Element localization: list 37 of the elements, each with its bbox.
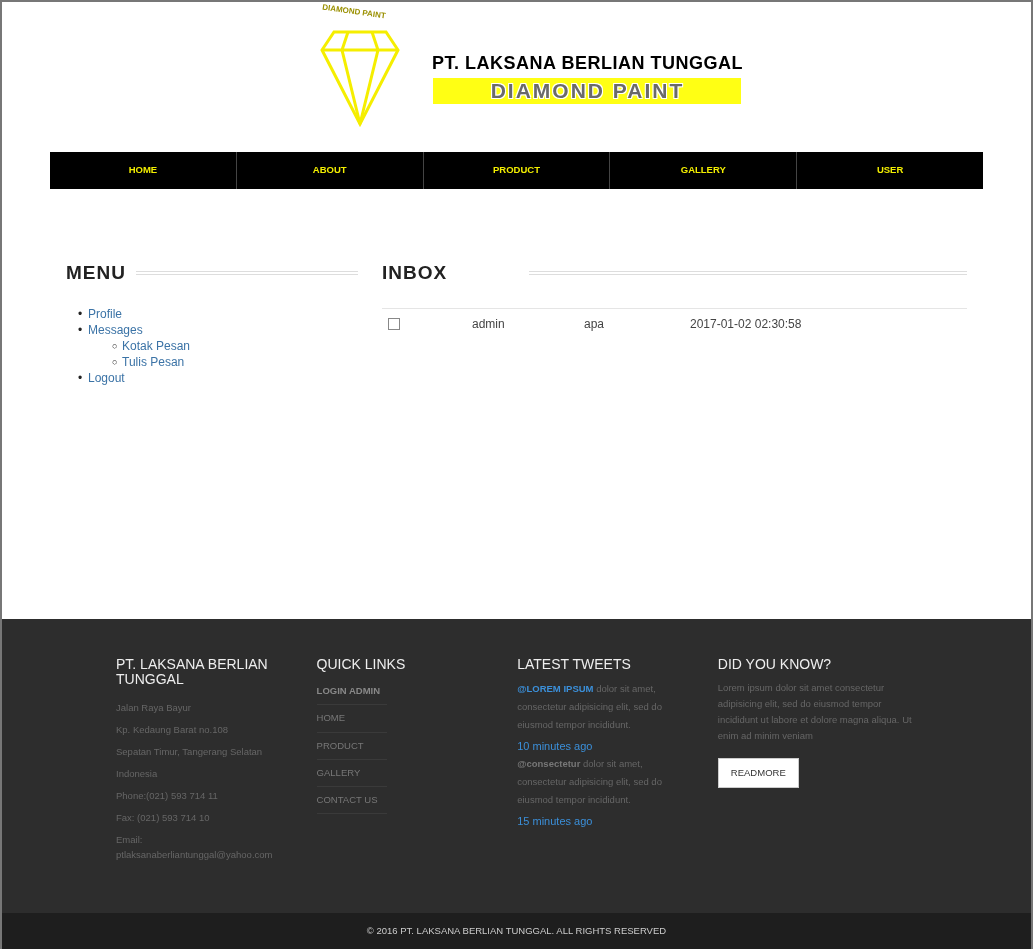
footer-link[interactable]: GALLERY bbox=[316, 759, 387, 787]
logo-text: DIAMOND PAINT bbox=[321, 2, 387, 23]
bullet: • bbox=[78, 305, 84, 322]
menu-link[interactable]: Profile bbox=[88, 305, 122, 322]
menu-link[interactable]: Tulis Pesan bbox=[122, 353, 185, 370]
footer-link[interactable]: HOME bbox=[316, 705, 387, 733]
menu-link[interactable]: Messages bbox=[88, 321, 143, 338]
nav-link[interactable]: USER bbox=[796, 152, 983, 189]
inbox-heading: INBOX bbox=[382, 261, 449, 285]
bullet: • bbox=[78, 321, 84, 338]
checkbox[interactable] bbox=[388, 317, 400, 330]
readmore-button[interactable]: READMORE bbox=[717, 758, 799, 789]
menu-link[interactable]: Kotak Pesan bbox=[122, 337, 191, 354]
company-name: PT. LAKSANA BERLIAN TUNGGAL bbox=[432, 54, 743, 72]
nav-link[interactable]: HOME bbox=[50, 152, 236, 189]
bullet: ○ bbox=[112, 355, 119, 369]
tweet-time: 10 minutes ago bbox=[517, 739, 594, 754]
footer-link[interactable]: CONTACT US bbox=[316, 787, 387, 815]
nav-link[interactable]: ABOUT bbox=[235, 152, 423, 189]
brand-banner: DIAMOND PAINT bbox=[433, 78, 742, 104]
footer-heading: LATEST TWEETS bbox=[517, 657, 632, 672]
subject-cell-text: apa bbox=[584, 315, 606, 333]
date-cell-text: 2017-01-02 02:30:58 bbox=[690, 315, 802, 333]
copyright-text: © 2016 PT. LAKSANA BERLIAN TUNGGAL. ALL RIGHTS RESERVED bbox=[366, 923, 667, 938]
tweet-time: 15 minutes ago bbox=[517, 813, 594, 829]
footer-link[interactable]: LOGIN ADMIN bbox=[316, 678, 387, 706]
sender-cell-text: admin bbox=[472, 315, 506, 333]
bullet: • bbox=[78, 369, 84, 386]
menu-heading: MENU bbox=[66, 261, 126, 285]
footer-heading: DID YOU KNOW? bbox=[717, 657, 833, 672]
footer-heading: QUICK LINKS bbox=[316, 657, 407, 672]
footer-link[interactable]: PRODUCT bbox=[316, 732, 387, 760]
bullet: ○ bbox=[112, 339, 119, 353]
menu-link[interactable]: Logout bbox=[88, 369, 125, 386]
nav-link[interactable]: PRODUCT bbox=[422, 152, 610, 189]
footer-heading: PT. LAKSANA BERLIAN TUNGGAL bbox=[116, 657, 269, 687]
nav-link[interactable]: GALLERY bbox=[609, 152, 797, 189]
